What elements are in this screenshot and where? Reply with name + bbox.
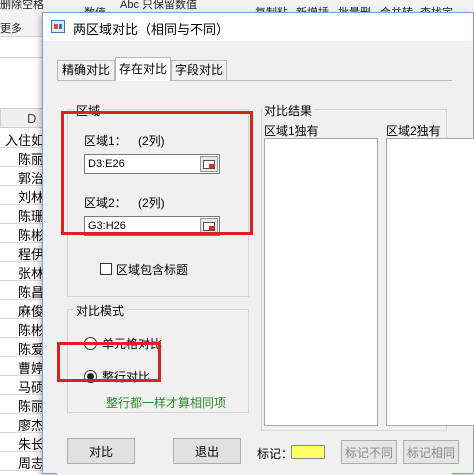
- table-row[interactable]: 廖杰: [0, 413, 48, 433]
- table-row[interactable]: 张林: [0, 261, 48, 281]
- area2-columns: (2列): [138, 196, 165, 210]
- include-header-checkbox[interactable]: [100, 263, 112, 275]
- area1-unique-list[interactable]: [264, 138, 378, 426]
- table-row[interactable]: 陈彬: [0, 223, 48, 243]
- table-row[interactable]: 刘林: [0, 185, 48, 205]
- tab-exact-compare[interactable]: 精确对比: [57, 60, 115, 80]
- result-group-title: 对比结果: [262, 102, 315, 119]
- mark-label: 标记：: [257, 447, 294, 461]
- area2-unique-list[interactable]: [386, 138, 474, 426]
- tab-field-compare[interactable]: 字段对比: [171, 60, 227, 80]
- tab-panel: 区域 区域1： (2列) 区域2： (2列) 区域包含标题 对比模式 单元格对比…: [57, 80, 474, 475]
- cell-value: 周志: [17, 456, 44, 471]
- left-result-header: 区域1独有: [264, 124, 319, 138]
- mark-different-button[interactable]: 标记不同: [341, 440, 397, 464]
- table-row[interactable]: 陈珊: [0, 204, 48, 224]
- area2-range-input[interactable]: [85, 217, 199, 235]
- right-result-header: 区域2独有: [386, 124, 441, 138]
- table-row[interactable]: 陈彬: [0, 318, 48, 338]
- dialog-titlebar[interactable]: 两区域对比（相同与不同）: [43, 13, 473, 41]
- table-row[interactable]: 郭治: [0, 166, 48, 186]
- table-row[interactable]: 曹婷: [0, 356, 48, 376]
- table-row[interactable]: 周志: [0, 451, 48, 471]
- table-row[interactable]: 陈爱: [0, 337, 48, 357]
- range-select-icon[interactable]: [200, 218, 218, 234]
- mode-groupbox: 对比模式 单元格对比 整行对比 整行都一样才算相同项: [67, 302, 249, 413]
- compare-button[interactable]: 对比: [67, 438, 135, 464]
- region-group-title: 区域: [74, 102, 103, 119]
- cell-compare-label[interactable]: 单元格对比: [102, 335, 162, 352]
- area1-range-input[interactable]: [85, 155, 199, 173]
- region-groupbox: 区域 区域1： (2列) 区域2： (2列) 区域包含标题: [67, 102, 249, 297]
- row-compare-radio[interactable]: [84, 370, 97, 383]
- result-groupbox: 对比结果 区域1独有 区域2独有: [261, 102, 474, 431]
- row-compare-label[interactable]: 整行对比: [102, 368, 150, 385]
- table-row[interactable]: 马硕: [0, 375, 48, 395]
- include-header-label[interactable]: 区域包含标题: [116, 261, 188, 278]
- area2-label: 区域2：: [84, 196, 127, 210]
- table-row[interactable]: 朱长: [0, 432, 48, 452]
- app-icon: [51, 20, 65, 33]
- area1-columns: (2列): [138, 134, 165, 148]
- table-row[interactable]: 陈丽: [0, 147, 48, 167]
- area2-range-field[interactable]: [84, 216, 220, 236]
- ribbon-item[interactable]: Abc 只保留数值: [120, 0, 197, 12]
- tab-existence-compare[interactable]: 存在对比: [115, 57, 171, 81]
- mode-group-title: 对比模式: [74, 302, 127, 319]
- dialog-title: 两区域对比（相同与不同）: [73, 22, 230, 37]
- mode-hint-text: 整行都一样才算相同项: [106, 396, 227, 410]
- mark-color-swatch[interactable]: [291, 445, 325, 459]
- table-row[interactable]: 陈丽: [0, 394, 48, 414]
- area1-range-field[interactable]: [84, 154, 220, 174]
- more-menu[interactable]: 更多: [0, 20, 22, 36]
- mark-same-button[interactable]: 标记相同: [403, 440, 459, 464]
- range-select-icon[interactable]: [200, 156, 218, 172]
- table-row[interactable]: 麻俊: [0, 299, 48, 319]
- table-row[interactable]: 陈昌: [0, 280, 48, 300]
- table-row[interactable]: 程伊: [0, 242, 48, 262]
- exit-button[interactable]: 退出: [173, 438, 241, 464]
- cell-compare-radio[interactable]: [84, 337, 97, 350]
- table-row[interactable]: 入住如: [0, 128, 48, 148]
- area1-label: 区域1：: [84, 134, 127, 148]
- compare-dialog: 两区域对比（相同与不同） 精确对比 存在对比 字段对比 区域 区域1： (2列)…: [42, 12, 474, 475]
- ribbon-item[interactable]: 删除空格: [0, 0, 44, 12]
- column-header-d[interactable]: D: [0, 108, 48, 128]
